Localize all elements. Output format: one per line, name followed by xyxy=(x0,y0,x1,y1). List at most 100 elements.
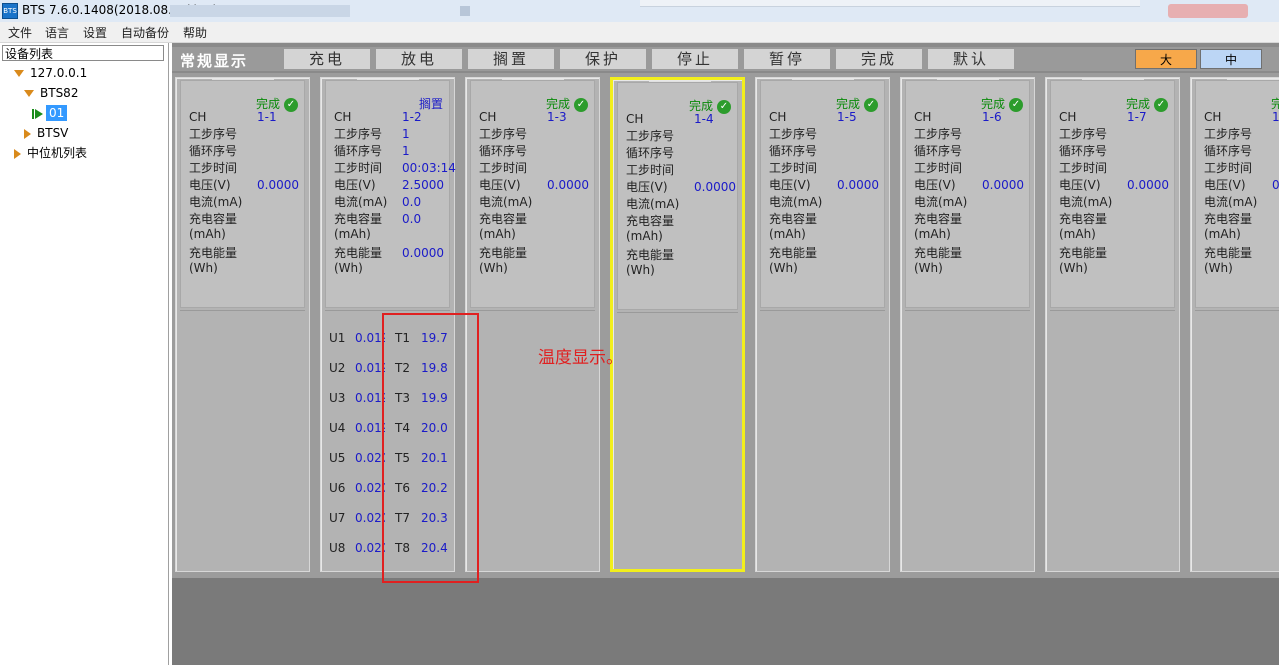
field-label: 工步序号 xyxy=(914,127,963,141)
expand-arrow-icon[interactable] xyxy=(14,70,24,77)
filter-pause-button[interactable]: 暂停 xyxy=(744,49,832,69)
tree-node-01[interactable]: 01 xyxy=(32,104,68,122)
tree-node-host[interactable]: 127.0.0.1 xyxy=(14,64,87,82)
field-value-ch: 1-1 xyxy=(257,110,277,124)
field-value-voltage: 0.0000 xyxy=(694,180,736,194)
field-label: 工步时间 xyxy=(914,161,963,175)
bottom-empty-area xyxy=(172,578,1279,665)
menu-settings[interactable]: 设置 xyxy=(83,24,107,41)
app-icon: BTS xyxy=(2,3,18,19)
field-label: 充电能量 (Wh) xyxy=(189,246,238,275)
field-value-ch: 1-3 xyxy=(547,110,567,124)
channel-card[interactable]: 完成✓CH工步序号循环序号工步时间电压(V)电流(mA)充电容量 (mAh)充电… xyxy=(900,77,1035,572)
field-label: 充电容量 (mAh) xyxy=(479,212,528,241)
size-medium-button[interactable]: 中 xyxy=(1200,49,1262,69)
field-value-ch: 1-5 xyxy=(837,110,857,124)
card-aux-info xyxy=(1195,310,1279,567)
filter-complete-button[interactable]: 完成 xyxy=(836,49,924,69)
field-label: CH xyxy=(914,110,932,124)
title-bar: BTS BTS 7.6.0.1408(2018.08.27)(R3) xyxy=(0,0,1279,23)
status-label: 完成 xyxy=(835,97,860,111)
field-label: 充电容量 (mAh) xyxy=(914,212,963,241)
field-label: 循环序号 xyxy=(479,144,528,158)
channel-card[interactable]: 完成✓CH工步序号循环序号工步时间电压(V)电流(mA)充电容量 (mAh)充电… xyxy=(755,77,890,572)
field-value-ch: 1-8 xyxy=(1272,110,1279,124)
status-label: 完成 xyxy=(1125,97,1150,111)
card-aux-info xyxy=(617,312,738,565)
field-label: CH xyxy=(1059,110,1077,124)
filter-rest-button[interactable]: 搁置 xyxy=(468,49,556,69)
status-label: 完成 xyxy=(255,97,280,111)
status-label: 完成 xyxy=(980,97,1005,111)
field-value-voltage: 0.0 xyxy=(1272,178,1279,192)
filter-default-button[interactable]: 默认 xyxy=(928,49,1016,69)
tree-node-bts82[interactable]: BTS82 xyxy=(24,84,78,102)
collapsed-arrow-icon[interactable] xyxy=(14,148,21,159)
collapsed-arrow-icon[interactable] xyxy=(24,128,31,139)
field-label: 工步序号 xyxy=(769,127,818,141)
filter-stop-button[interactable]: 停止 xyxy=(652,49,740,69)
field-label: 充电能量 (Wh) xyxy=(769,246,818,275)
card-main-info: 完成 ✓ CH 工步序号循环序号工步时间电压(V) 电流(mA) 充电容量 (mAh) 充电… xyxy=(760,80,885,308)
field-label: 电压(V) xyxy=(914,178,956,192)
channel-card[interactable]: 完成✓CH工步序号循环序号工步时间电压(V)电流(mA)充电容量 (mAh)充电… xyxy=(1190,77,1279,572)
menu-help[interactable]: 帮助 xyxy=(183,24,207,41)
expand-arrow-icon[interactable] xyxy=(24,90,34,97)
field-label: 工步时间 xyxy=(769,161,818,175)
filter-discharge-button[interactable]: 放电 xyxy=(376,49,464,69)
card-aux-info xyxy=(1050,310,1175,567)
check-circle-icon: ✓ xyxy=(1154,97,1168,112)
device-list-panel: 设备列表 127.0.0.1 BTS82 01 BTSV 中位机列表 xyxy=(0,43,169,665)
channel-card[interactable]: 完成✓CH工步序号循环序号工步时间电压(V)电流(mA)充电容量 (mAh)充电… xyxy=(610,77,745,572)
aux-voltage-label: U3 xyxy=(329,391,346,405)
filter-charge-button[interactable]: 充电 xyxy=(284,49,372,69)
field-label: 循环序号 xyxy=(189,144,238,158)
field-value-step: 1 xyxy=(402,127,410,141)
field-label: 循环序号 xyxy=(914,144,963,158)
field-label: 工步时间 xyxy=(334,161,383,175)
menu-file[interactable]: 文件 xyxy=(8,24,32,41)
aux-voltage-value: 0.019 xyxy=(355,391,385,405)
field-label: 工步序号 xyxy=(334,127,383,141)
channel-card[interactable]: 完成✓CH工步序号循环序号工步时间电压(V)电流(mA)充电容量 (mAh)充电… xyxy=(175,77,310,572)
field-label: 充电容量 (mAh) xyxy=(334,212,383,241)
aux-voltage-value: 0.019 xyxy=(355,421,385,435)
field-label: 充电能量 (Wh) xyxy=(626,248,675,277)
card-main-info: 完成 ✓ CH 工步序号循环序号工步时间电压(V) 电流(mA) 充电容量 (mAh) 充电… xyxy=(905,80,1030,308)
check-circle-icon: ✓ xyxy=(717,99,731,114)
size-large-button[interactable]: 大 xyxy=(1135,49,1197,69)
field-label: 电流(mA) xyxy=(914,195,968,209)
field-value-capacity: 0.0 xyxy=(402,212,422,226)
menu-auto-backup[interactable]: 自动备份 xyxy=(121,24,169,41)
channel-card[interactable]: 完成✓CH工步序号循环序号工步时间电压(V)电流(mA)充电容量 (mAh)充电… xyxy=(1045,77,1180,572)
aux-voltage-value: 0.020 xyxy=(355,541,385,555)
field-label: 循环序号 xyxy=(1204,144,1253,158)
aux-voltage-label: U4 xyxy=(329,421,346,435)
field-label: 循环序号 xyxy=(1059,144,1108,158)
tree-node-mid-list[interactable]: 中位机列表 xyxy=(14,144,87,162)
aux-voltage-value: 0.019 xyxy=(355,361,385,375)
field-label: CH xyxy=(479,110,497,124)
tree-node-btsv[interactable]: BTSV xyxy=(24,124,68,142)
card-aux-info xyxy=(180,310,305,567)
device-list-header: 设备列表 xyxy=(2,45,164,61)
field-label: 电流(mA) xyxy=(189,195,243,209)
field-value-current: 0.0 xyxy=(402,195,422,209)
channel-status: 搁置 xyxy=(419,95,443,112)
aux-voltage-label: U7 xyxy=(329,511,346,525)
check-circle-icon: ✓ xyxy=(574,97,588,112)
main-area: 常规显示 充电 放电 搁置 保护 停止 暂停 完成 默认 大 中 完成 ✓ CH 工步… xyxy=(172,43,1279,665)
card-aux-info xyxy=(905,310,1030,567)
field-value-time: 00:03:14 xyxy=(402,161,456,175)
field-label: 工步序号 xyxy=(479,127,528,141)
channel-card[interactable]: 完成✓CH工步序号循环序号工步时间电压(V)电流(mA)充电容量 (mAh)充电… xyxy=(465,77,600,572)
field-value-ch: 1-4 xyxy=(694,112,714,126)
play-icon xyxy=(32,108,44,120)
field-label: 电压(V) xyxy=(769,178,811,192)
card-main-info: 完成 ✓ CH 工步序号循环序号工步时间电压(V) 电流(mA) 充电容量 (mAh) 充电… xyxy=(617,82,738,310)
tree-node-label: 127.0.0.1 xyxy=(30,66,88,80)
menu-language[interactable]: 语言 xyxy=(45,24,69,41)
filter-protect-button[interactable]: 保护 xyxy=(560,49,648,69)
field-value-ch: 1-7 xyxy=(1127,110,1147,124)
field-label: CH xyxy=(334,110,352,124)
